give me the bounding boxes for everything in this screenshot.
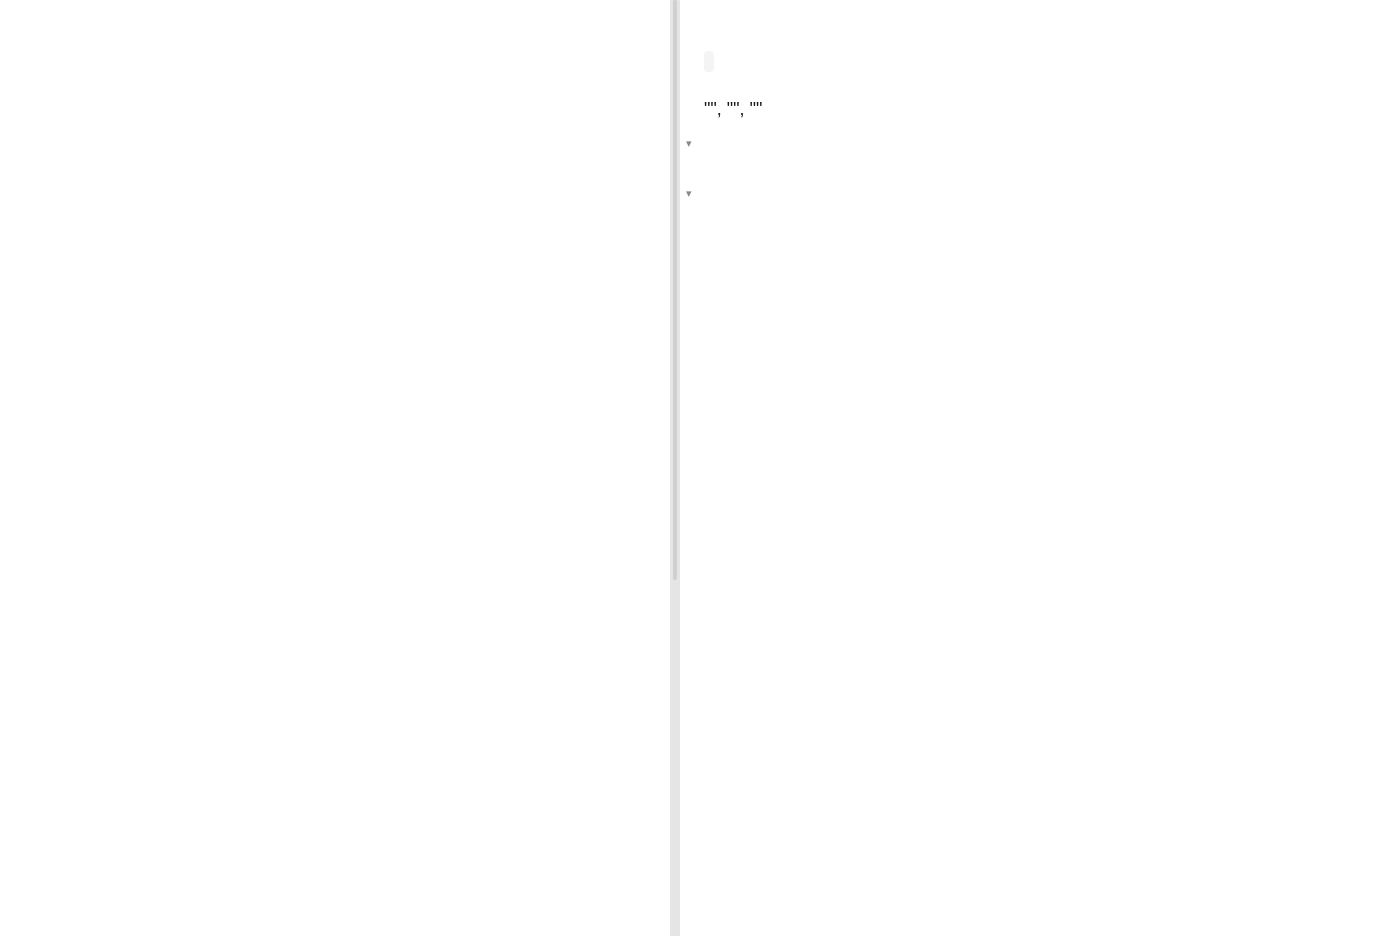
fold-caret-icon[interactable]: ▾: [686, 136, 700, 150]
paragraph: [704, 48, 1340, 76]
preview-pane[interactable]: "", "", "" ▾ ▾: [680, 0, 1380, 936]
frontmatter-block: "", "", "": [704, 94, 1340, 125]
dataview-table-2: [714, 214, 1350, 234]
table-row: [714, 214, 1350, 234]
fold-caret-icon[interactable]: ▾: [686, 186, 700, 200]
pane-divider[interactable]: [670, 0, 680, 936]
source-editor-pane[interactable]: [0, 0, 670, 936]
inline-code: [704, 51, 714, 72]
